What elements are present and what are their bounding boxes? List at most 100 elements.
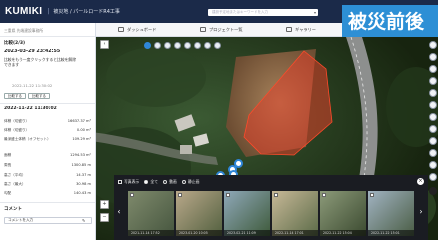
chevron-left-icon[interactable]: ‹: [100, 40, 109, 49]
thumb-checkbox[interactable]: [370, 193, 374, 197]
pencil-icon[interactable]: ✎: [82, 218, 85, 223]
zoom-in-icon[interactable]: +: [100, 200, 109, 209]
stat-row: 面積 1294.53 m²: [4, 153, 91, 158]
stat-label: 体積（切盛り）: [4, 119, 30, 123]
gallery-thumbnail[interactable]: 2022-11-22 15:01: [368, 191, 414, 236]
close-icon[interactable]: [429, 187, 437, 195]
thumb-caption: 2022-11-22 15:04: [320, 230, 366, 236]
share-icon[interactable]: [429, 149, 437, 157]
note-line-2: できます: [4, 62, 20, 67]
point-icon[interactable]: [154, 42, 161, 49]
thumb-caption: 2021-11-14 17:52: [128, 230, 174, 236]
tab-label: ギャラリー: [295, 27, 316, 32]
comment-title: コメント: [4, 207, 22, 212]
title-separator: |: [47, 8, 50, 15]
thumb-checkbox[interactable]: [322, 193, 326, 197]
stat-label: 勾配: [4, 191, 12, 195]
stat-row: 体積（切盛り） 16637.37 m³: [4, 119, 91, 124]
compare-button-b[interactable]: 比較する: [28, 93, 50, 99]
filter-all-radio[interactable]: [144, 179, 149, 184]
gallery-thumbnail[interactable]: 2023-02-21 11:09: [224, 191, 270, 236]
right-tool-column: [428, 37, 438, 240]
stat-row: 高さ（最大） 30.98 m: [4, 182, 91, 187]
thumb-checkbox[interactable]: [226, 193, 230, 197]
tab-dashboard[interactable]: ダッシュボード: [118, 26, 156, 34]
project-title: 被災地 / パールロードR4工事: [53, 9, 120, 15]
app-logo[interactable]: KUMIKI: [5, 6, 42, 17]
gallery-thumbnail[interactable]: 2021-11-14 17:52: [128, 191, 174, 236]
filter-video-radio[interactable]: [163, 179, 168, 184]
banner-caption: 被災前後: [342, 5, 438, 39]
filter-still-radio[interactable]: [182, 179, 187, 184]
compass-icon[interactable]: [429, 53, 437, 61]
area-icon[interactable]: [429, 113, 437, 121]
compare-section-title: 比較(2/3): [4, 41, 26, 46]
layers-icon[interactable]: [144, 42, 151, 49]
gallery-filter: 写真表示 全て 動画 静止画: [118, 178, 199, 185]
settings-icon[interactable]: [214, 42, 221, 49]
date-b-heading[interactable]: 2022-11-22 11:30:02: [4, 106, 91, 111]
grid-icon[interactable]: [429, 89, 437, 97]
thumb-caption: 2022-11-22 15:01: [368, 230, 414, 236]
left-panel: 三重県 先端建設事務所 比較(2/3) 2023-03-29 23:42:55 …: [0, 23, 96, 240]
filter-still-label: 静止画: [188, 179, 200, 184]
compare-button-a[interactable]: 比較する: [4, 93, 26, 99]
stat-row: 高さ（平均） 14.37 m: [4, 173, 91, 178]
download-icon[interactable]: [429, 137, 437, 145]
thumb-caption: 2023-01-20 10:05: [176, 230, 222, 236]
thumb-checkbox[interactable]: [130, 193, 134, 197]
gallery-thumbnail[interactable]: 2022-11-14 17:01: [272, 191, 318, 236]
gallery-thumbnail[interactable]: 2023-01-20 10:05: [176, 191, 222, 236]
building: [180, 145, 192, 154]
comment-input[interactable]: コメントを入力: [4, 217, 92, 224]
divider: [0, 103, 95, 104]
zoom-out-icon[interactable]: −: [100, 213, 109, 222]
camera-marker-icon[interactable]: [234, 159, 243, 168]
date-a-heading: 2023-03-29 23:42:55: [4, 49, 61, 54]
pin-icon[interactable]: [429, 77, 437, 85]
stat-row: 勾配 140.43 m: [4, 191, 91, 196]
top-search-input[interactable]: 建設予定地またはキーワードを入力: [208, 9, 318, 16]
stat-row: 周長 1300.85 m: [4, 163, 91, 168]
stat-label: 最深盛土体積（オフセット）: [4, 137, 51, 141]
stat-label: 面積: [4, 153, 12, 157]
thumb-checkbox[interactable]: [178, 193, 182, 197]
print-icon[interactable]: [429, 161, 437, 169]
stat-label: 高さ（最大）: [4, 182, 26, 186]
tab-gallery[interactable]: ギャラリー: [286, 26, 316, 34]
stat-value: 30.98 m: [76, 182, 91, 186]
crosshair-icon[interactable]: [204, 42, 211, 49]
show-photos-checkbox[interactable]: [118, 179, 122, 184]
folder-icon: [200, 27, 206, 32]
view-toolbar: ダッシュボード プロジェクト一覧 ギャラリー: [96, 23, 342, 37]
stat-value: 16637.37 m³: [67, 119, 91, 123]
photo-gallery: 写真表示 全て 動画 静止画 × ‹ 2021-11-14 17:52 2023…: [114, 175, 428, 240]
camera-icon[interactable]: [194, 42, 201, 49]
stat-value: 109.29 m³: [72, 137, 91, 141]
filter-all-label: 全て: [150, 179, 158, 184]
volume-icon[interactable]: [429, 125, 437, 133]
stat-label: 高さ（平均）: [4, 173, 26, 177]
tree-cluster: [106, 47, 206, 107]
stat-value: 1294.53 m²: [70, 153, 91, 157]
thumb-checkbox[interactable]: [274, 193, 278, 197]
divider: [0, 36, 95, 37]
tab-projects[interactable]: プロジェクト一覧: [200, 26, 243, 34]
chevron-down-icon[interactable]: ▾: [314, 10, 319, 15]
tab-label: プロジェクト一覧: [209, 27, 243, 32]
chevron-left-icon[interactable]: ‹: [116, 205, 122, 219]
ruler-icon[interactable]: [429, 101, 437, 109]
layers-icon[interactable]: [429, 41, 437, 49]
chevron-right-icon[interactable]: ›: [418, 205, 424, 219]
filter-video-label: 動画: [169, 179, 177, 184]
settings-icon[interactable]: [429, 173, 437, 181]
image-icon: [286, 27, 292, 32]
line-icon[interactable]: [164, 42, 171, 49]
gallery-thumbnail[interactable]: 2022-11-22 15:04: [320, 191, 366, 236]
ruler-icon[interactable]: [184, 42, 191, 49]
polygon-icon[interactable]: [174, 42, 181, 49]
stat-value: 0.00 m³: [76, 128, 91, 132]
close-icon[interactable]: ×: [417, 178, 424, 185]
info-icon[interactable]: [429, 65, 437, 73]
tab-label: ダッシュボード: [127, 27, 157, 32]
